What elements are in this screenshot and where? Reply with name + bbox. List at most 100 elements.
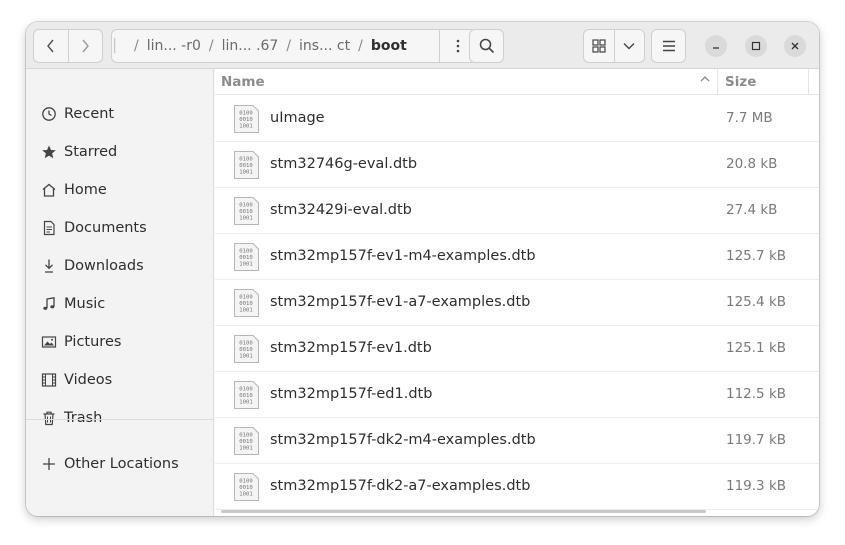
path-separator: / xyxy=(208,38,214,54)
vertical-ellipsis-icon xyxy=(456,39,459,53)
file-name: stm32mp157f-ev1-m4-examples.dtb xyxy=(270,248,536,264)
path-bar-start-marker: ▏ xyxy=(114,38,124,54)
file-icon-bits: 0100 xyxy=(239,433,252,439)
maximize-button[interactable] xyxy=(745,35,767,57)
binary-file-icon: 010000101001 xyxy=(234,427,259,455)
binary-file-icon: 010000101001 xyxy=(234,289,259,317)
table-row[interactable]: 0100 0010 1001 stm32746g-eval.dtb 20.8 kB xyxy=(215,142,819,188)
file-name: stm32429i-eval.dtb xyxy=(270,202,412,218)
file-size: 112.5 kB xyxy=(726,386,787,402)
file-icon-bits: 0100 xyxy=(239,111,252,117)
table-row[interactable]: 0100 0010 1001 uImage 7.7 MB xyxy=(215,96,819,142)
file-icon-bits: 0010 xyxy=(239,209,252,215)
horizontal-scrollbar[interactable] xyxy=(221,510,706,513)
sort-ascending-icon[interactable] xyxy=(699,73,711,89)
binary-file-icon: 010000101001 xyxy=(234,335,259,363)
table-row[interactable]: 0100 0010 1001 stm32mp157f-dk2-m4-examples.… xyxy=(215,418,819,464)
document-icon xyxy=(39,218,59,238)
table-row[interactable]: 0100 0010 1001 stm32mp157f-ev1-m4-examples.… xyxy=(215,234,819,280)
close-button[interactable] xyxy=(784,35,806,57)
file-icon-bits: 1001 xyxy=(239,354,252,360)
sidebar-item-label: Documents xyxy=(64,220,147,236)
sidebar-item-downloads[interactable]: Downloads xyxy=(26,248,214,284)
main-menu-button[interactable] xyxy=(651,29,686,63)
sidebar-item-label: Downloads xyxy=(64,258,144,274)
back-button[interactable] xyxy=(34,30,68,62)
column-header-row: Name Size xyxy=(215,69,819,95)
file-icon-bits: 0100 xyxy=(239,203,252,209)
sidebar-item-label: Home xyxy=(64,182,107,198)
sidebar-item-label: Videos xyxy=(64,372,113,388)
sidebar-item-home[interactable]: Home xyxy=(26,172,214,208)
sidebar: Recent Starred Home Documents Downloads xyxy=(26,69,214,516)
binary-file-icon: 010000101001 xyxy=(234,105,259,133)
header-bar: ▏ / lin... -r0 / lin... .67 / ins... ct … xyxy=(26,22,819,69)
sidebar-item-pictures[interactable]: Pictures xyxy=(26,324,214,360)
search-button[interactable] xyxy=(469,29,504,63)
sidebar-item-starred[interactable]: Starred xyxy=(26,134,214,170)
file-icon-bits: 1001 xyxy=(239,124,252,130)
column-divider[interactable] xyxy=(717,69,718,95)
file-name: stm32mp157f-dk2-a7-examples.dtb xyxy=(270,478,531,494)
file-icon-bits: 0010 xyxy=(239,117,252,123)
file-icon-bits: 1001 xyxy=(239,492,252,498)
download-icon xyxy=(39,256,59,276)
table-row[interactable]: 0100 0010 1001 stm32429i-eval.dtb 27.4 kB xyxy=(215,188,819,234)
path-segment-1[interactable]: lin... -r0 xyxy=(147,38,201,54)
sidebar-item-videos[interactable]: Videos xyxy=(26,362,214,398)
home-icon xyxy=(39,180,59,200)
path-segment-current[interactable]: boot xyxy=(371,38,407,54)
path-segment-3[interactable]: ins... ct xyxy=(299,38,350,54)
music-note-icon xyxy=(39,294,59,314)
chevron-down-icon xyxy=(623,43,635,50)
navigation-buttons xyxy=(33,29,103,63)
file-icon-bits: 1001 xyxy=(239,446,252,452)
chevron-right-icon xyxy=(82,39,90,53)
hamburger-menu-icon xyxy=(662,40,675,52)
file-name: stm32746g-eval.dtb xyxy=(270,156,418,172)
file-size: 125.4 kB xyxy=(726,294,787,310)
file-icon-bits: 0010 xyxy=(239,163,252,169)
minimize-icon xyxy=(713,47,719,49)
file-icon-bits: 1001 xyxy=(239,170,252,176)
path-separator: / xyxy=(358,38,363,54)
column-divider[interactable] xyxy=(808,69,809,95)
clock-icon xyxy=(39,104,59,124)
file-icon-bits: 1001 xyxy=(239,216,252,222)
grid-view-icon xyxy=(592,39,606,53)
plus-icon xyxy=(39,454,59,474)
column-header-size[interactable]: Size xyxy=(725,74,756,90)
table-row[interactable]: 0100 0010 1001 stm32mp157f-ev1-a7-examples.… xyxy=(215,280,819,326)
file-size: 7.7 MB xyxy=(726,110,773,126)
film-icon xyxy=(39,370,59,390)
file-list-view: Name Size 0100 0010 1001 uImage 7.7 MB 0100 00… xyxy=(215,69,819,516)
file-size: 27.4 kB xyxy=(726,202,778,218)
file-icon-bits: 0010 xyxy=(239,255,252,261)
file-name: stm32mp157f-ev1-a7-examples.dtb xyxy=(270,294,531,310)
file-manager-window: ▏ / lin... -r0 / lin... .67 / ins... ct … xyxy=(26,22,819,516)
sidebar-item-other-locations[interactable]: Other Locations xyxy=(26,446,214,482)
table-row[interactable]: 0100 0010 1001 stm32mp157f-ev1.dtb 125.1 kB xyxy=(215,326,819,372)
forward-button[interactable] xyxy=(67,30,103,62)
file-icon-bits: 0100 xyxy=(239,157,252,163)
file-size: 125.1 kB xyxy=(726,340,787,356)
table-row[interactable]: 0100 0010 1001 stm32mp157f-ed1.dtb 112.5 kB xyxy=(215,372,819,418)
view-options-button[interactable] xyxy=(613,30,645,62)
file-icon-bits: 1001 xyxy=(239,308,252,314)
table-row[interactable]: 0100 0010 1001 stm32mp157f-dk2-a7-examples.… xyxy=(215,464,819,510)
file-size: 20.8 kB xyxy=(726,156,778,172)
sidebar-item-documents[interactable]: Documents xyxy=(26,210,214,246)
picture-icon xyxy=(39,332,59,352)
sidebar-item-recent[interactable]: Recent xyxy=(26,96,214,132)
grid-view-button[interactable] xyxy=(584,30,614,62)
column-header-name[interactable]: Name xyxy=(221,74,265,90)
close-icon xyxy=(791,42,799,50)
file-icon-bits: 0010 xyxy=(239,439,252,445)
path-segment-2[interactable]: lin... .67 xyxy=(222,38,279,54)
sidebar-item-trash[interactable]: Trash xyxy=(26,400,214,436)
chevron-left-icon xyxy=(46,39,54,53)
minimize-button[interactable] xyxy=(705,35,727,57)
sidebar-item-music[interactable]: Music xyxy=(26,286,214,322)
sidebar-item-label: Trash xyxy=(64,410,103,426)
sidebar-item-label: Recent xyxy=(64,106,115,122)
